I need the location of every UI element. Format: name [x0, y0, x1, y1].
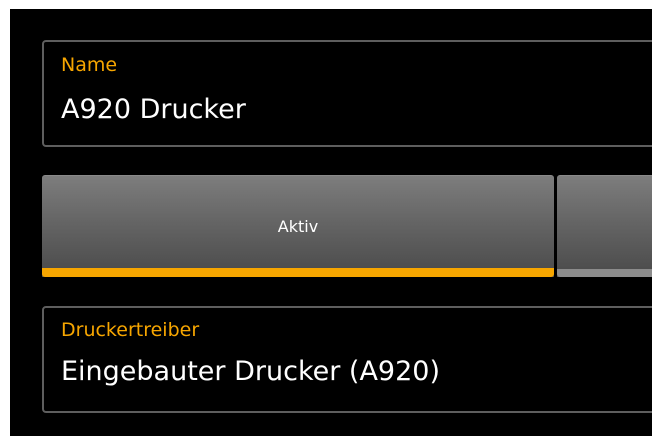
inactive-indicator	[557, 269, 652, 277]
printer-driver-label: Druckertreiber	[61, 319, 200, 341]
name-field-label: Name	[61, 54, 118, 76]
name-field[interactable]: Name A920 Drucker	[42, 40, 652, 147]
printer-driver-value[interactable]: Eingebauter Drucker (A920)	[61, 356, 440, 388]
app-screen: Name A920 Drucker Aktiv Druckertreiber E…	[10, 9, 652, 436]
name-field-value[interactable]: A920 Drucker	[61, 94, 246, 126]
aktiv-toggle-button[interactable]: Aktiv	[42, 175, 554, 277]
printer-driver-field[interactable]: Druckertreiber Eingebauter Drucker (A920…	[42, 306, 652, 413]
inactive-toggle-button[interactable]	[557, 175, 652, 277]
aktiv-selected-indicator	[42, 268, 554, 277]
aktiv-toggle-label: Aktiv	[277, 217, 319, 236]
